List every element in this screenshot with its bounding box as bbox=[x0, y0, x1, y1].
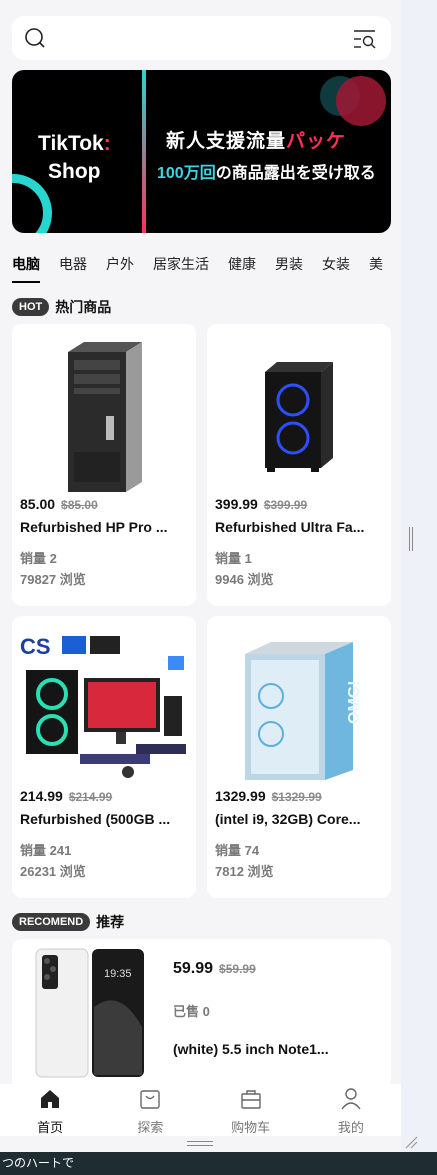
tab-label: 购物车 bbox=[231, 1120, 271, 1135]
resize-grip[interactable] bbox=[409, 527, 413, 551]
tab-computer[interactable]: 电脑 bbox=[12, 252, 40, 283]
recommend-product-card[interactable]: 19:35 59.99 $59.99 已售 0 (white) 5.5 inch … bbox=[12, 939, 391, 1089]
product-sales: 销量 2 bbox=[20, 551, 57, 566]
tab-menswear[interactable]: 男装 bbox=[275, 252, 303, 282]
cart-icon bbox=[240, 1090, 261, 1109]
section-title: 热门商品 bbox=[55, 299, 112, 315]
tiktok-shop-logo: TikTok: Shop bbox=[38, 132, 111, 183]
product-price: 85.00 $85.00 bbox=[20, 496, 98, 512]
white-pc-case-image: OMG! bbox=[245, 642, 363, 780]
bottom-tab-bar: 首页 探索 购物车 我的 bbox=[0, 1084, 401, 1136]
product-title: (intel i9, 32GB) Core... bbox=[215, 811, 361, 827]
product-views: 79827 浏览 bbox=[20, 572, 86, 587]
tab-womenswear[interactable]: 女装 bbox=[322, 252, 350, 282]
promo-banner[interactable]: TikTok: Shop 新人支援流量パッケ 100万回の商品露出を受け取る bbox=[12, 70, 391, 233]
svg-text:CS: CS bbox=[20, 634, 51, 659]
tab-explore[interactable]: 探索 bbox=[100, 1084, 200, 1136]
product-card[interactable]: CS 214.99 $214.99 Refurbished (500GB ... … bbox=[12, 616, 196, 898]
search-bar[interactable] bbox=[12, 16, 391, 60]
product-sales: 销量 1 bbox=[215, 551, 252, 566]
product-views: 9946 浏览 bbox=[215, 572, 274, 587]
tab-profile[interactable]: 我的 bbox=[301, 1084, 401, 1136]
bottom-caption-bar: つのハートで bbox=[0, 1152, 437, 1175]
recommend-title: (white) 5.5 inch Note1... bbox=[173, 1041, 329, 1057]
tab-home[interactable]: 首页 bbox=[0, 1084, 100, 1136]
user-icon bbox=[341, 1088, 361, 1110]
hot-badge: HOT bbox=[12, 298, 50, 316]
banner-divider bbox=[142, 70, 146, 233]
tab-label: 我的 bbox=[337, 1120, 364, 1135]
product-price: 399.99 $399.99 bbox=[215, 496, 308, 512]
tab-outdoor[interactable]: 户外 bbox=[106, 252, 134, 282]
drag-handle[interactable] bbox=[187, 1141, 213, 1146]
recommend-price: 59.99 $59.99 bbox=[173, 960, 256, 977]
product-card[interactable]: OMG! 1329.99 $1329.99 (intel i9, 32GB) Co… bbox=[207, 616, 391, 898]
smartphone-image: 19:35 bbox=[35, 948, 144, 1078]
tab-appliances[interactable]: 电器 bbox=[59, 252, 87, 282]
product-title: Refurbished Ultra Fa... bbox=[215, 519, 365, 535]
side-panel bbox=[401, 0, 437, 1152]
product-views: 7812 浏览 bbox=[215, 864, 274, 879]
svg-text:OMG!: OMG! bbox=[346, 680, 363, 724]
product-card[interactable]: 85.00 $85.00 Refurbished HP Pro ... 销量 2 … bbox=[12, 324, 196, 606]
banner-subline: 100万回の商品露出を受け取る bbox=[157, 165, 376, 182]
banner-headline: 新人支援流量パッケ bbox=[166, 131, 347, 152]
tab-label: 首页 bbox=[37, 1120, 64, 1135]
app-screen: TikTok: Shop 新人支援流量パッケ 100万回の商品露出を受け取る 电… bbox=[0, 0, 401, 1152]
recommend-badge: RECOMEND bbox=[12, 913, 91, 931]
gaming-bundle-image: CS bbox=[20, 634, 186, 778]
product-price: 214.99 $214.99 bbox=[20, 788, 113, 804]
filter-search-icon[interactable] bbox=[353, 28, 377, 50]
recommend-sold: 已售 0 bbox=[173, 1004, 210, 1019]
recommend-section-header: RECOMEND 推荐 bbox=[12, 912, 124, 932]
svg-text:19:35: 19:35 bbox=[104, 968, 132, 980]
tab-cart[interactable]: 购物车 bbox=[201, 1084, 301, 1136]
section-title: 推荐 bbox=[96, 914, 125, 930]
product-title: Refurbished HP Pro ... bbox=[20, 519, 168, 535]
banner-dot-decoration bbox=[336, 76, 386, 126]
category-tabs: 电脑 电器 户外 居家生活 健康 男装 女装 美 bbox=[12, 252, 401, 283]
gaming-case-image bbox=[265, 362, 333, 472]
resize-corner-icon[interactable] bbox=[404, 1135, 418, 1149]
tab-health[interactable]: 健康 bbox=[228, 252, 256, 282]
product-sales: 销量 74 bbox=[215, 843, 260, 858]
product-title: Refurbished (500GB ... bbox=[20, 811, 171, 827]
product-card[interactable]: 399.99 $399.99 Refurbished Ultra Fa... 销量… bbox=[207, 324, 391, 606]
caption-text: つのハートで bbox=[2, 1156, 75, 1170]
search-icon[interactable] bbox=[24, 27, 46, 49]
tab-beauty[interactable]: 美 bbox=[369, 252, 383, 282]
hot-section-header: HOT 热门商品 bbox=[12, 297, 111, 317]
tab-home-living[interactable]: 居家生活 bbox=[153, 252, 209, 282]
explore-bag-icon bbox=[140, 1090, 161, 1109]
tab-label: 探索 bbox=[137, 1120, 164, 1135]
desktop-pc-image bbox=[68, 342, 142, 492]
product-sales: 销量 241 bbox=[20, 843, 72, 858]
product-views: 26231 浏览 bbox=[20, 864, 86, 879]
home-icon bbox=[41, 1090, 60, 1108]
product-price: 1329.99 $1329.99 bbox=[215, 788, 322, 804]
